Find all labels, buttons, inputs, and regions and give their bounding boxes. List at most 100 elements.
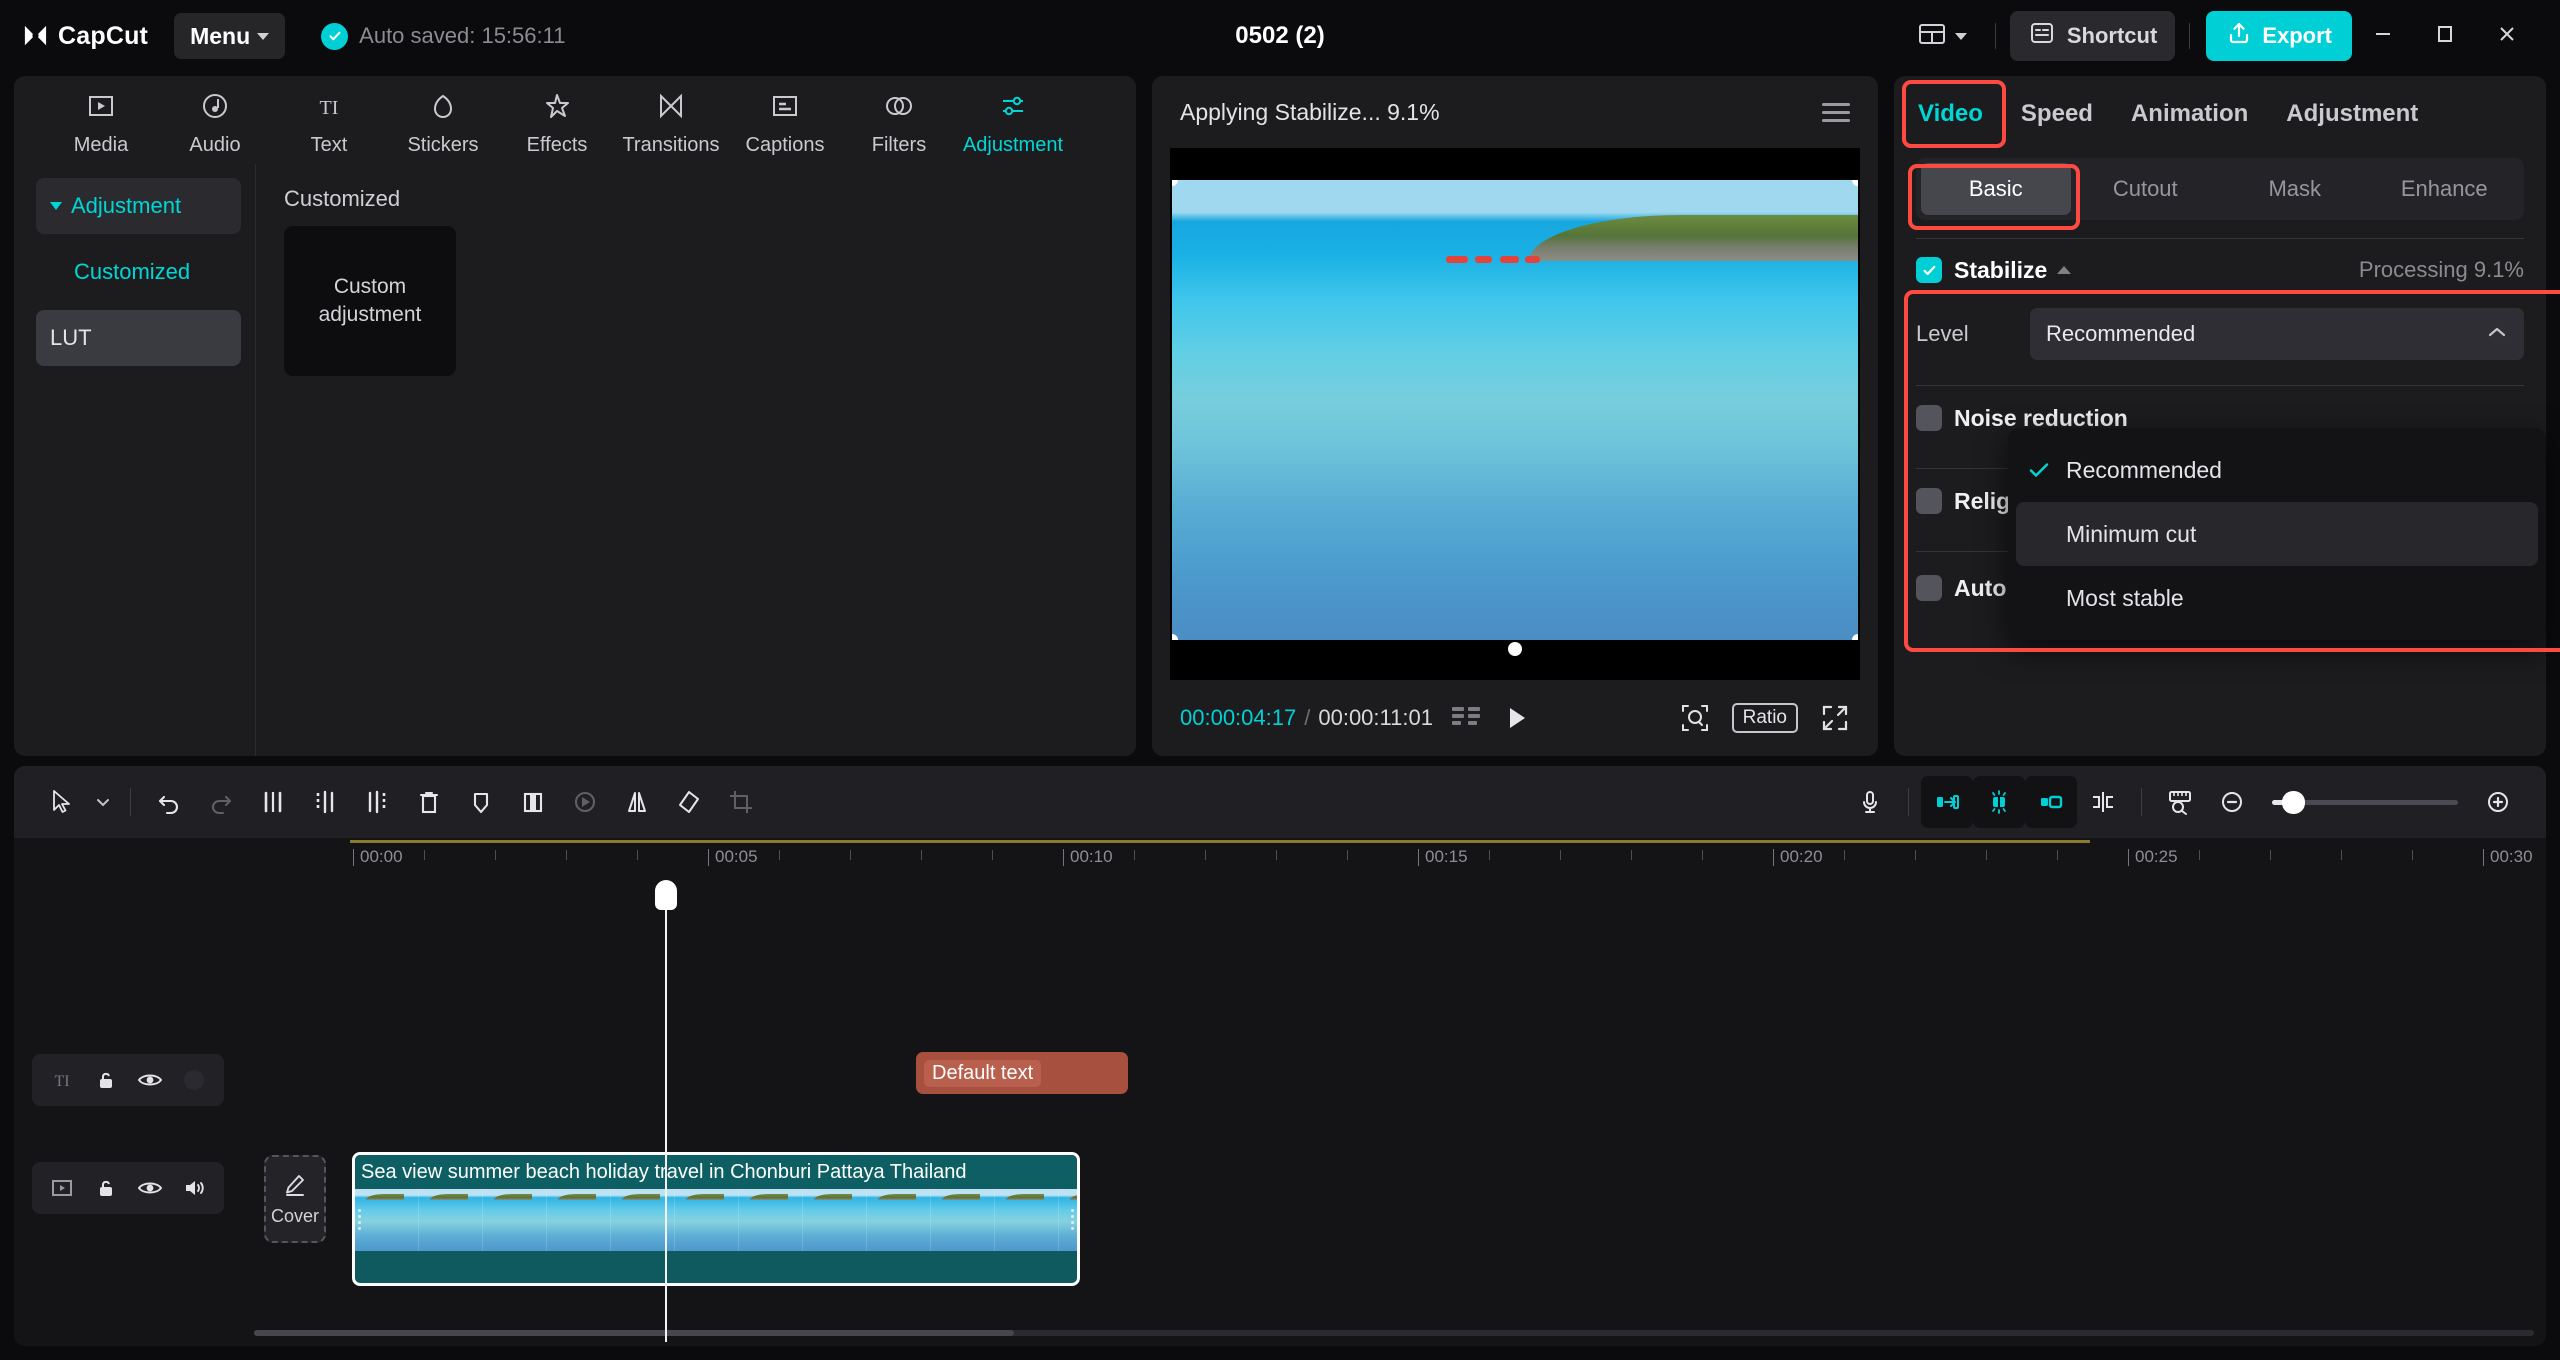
text-icon: TI bbox=[313, 90, 345, 127]
ratio-button[interactable]: Ratio bbox=[1731, 703, 1798, 733]
marker-icon[interactable] bbox=[455, 776, 507, 828]
delete-icon[interactable] bbox=[403, 776, 455, 828]
cursor-mode-chevron-icon[interactable] bbox=[88, 776, 118, 828]
preview-stage bbox=[1170, 148, 1860, 680]
trim-left-icon[interactable] bbox=[299, 776, 351, 828]
function-tab-adjustment[interactable]: Adjustment bbox=[956, 84, 1070, 157]
function-tab-media[interactable]: Media bbox=[44, 84, 158, 157]
playhead-handle[interactable] bbox=[655, 880, 677, 910]
track-placeholder-icon bbox=[174, 1060, 214, 1100]
shortcut-button[interactable]: Shortcut bbox=[2009, 11, 2176, 61]
undo-icon[interactable] bbox=[143, 776, 195, 828]
clip-handle-left[interactable] bbox=[355, 1155, 364, 1283]
magnet-snap-icon[interactable] bbox=[1973, 776, 2025, 828]
tab-adjustment[interactable]: Adjustment bbox=[2286, 100, 2418, 128]
function-tab-filters[interactable]: Filters bbox=[842, 84, 956, 157]
subtab-basic[interactable]: Basic bbox=[1921, 163, 2071, 215]
effects-icon bbox=[541, 90, 573, 127]
cover-button[interactable]: Cover bbox=[264, 1155, 326, 1243]
zoom-slider[interactable] bbox=[2272, 790, 2458, 814]
minimize-button[interactable] bbox=[2352, 0, 2414, 72]
clip-handle-right[interactable] bbox=[1068, 1155, 1077, 1283]
auto-gap-icon[interactable] bbox=[2077, 776, 2129, 828]
maximize-button[interactable] bbox=[2414, 0, 2476, 72]
crop-handle-br[interactable] bbox=[1852, 634, 1858, 640]
tab-video[interactable]: Video bbox=[1918, 100, 1983, 128]
menu-button[interactable]: Menu bbox=[174, 13, 286, 59]
function-tab-label: Filters bbox=[871, 134, 927, 156]
divider bbox=[2141, 788, 2142, 816]
dropdown-option-most-stable[interactable]: Most stable bbox=[2016, 566, 2538, 630]
eye-icon[interactable] bbox=[130, 1168, 170, 1208]
freeze-frame-icon[interactable] bbox=[507, 776, 559, 828]
category-item-lut[interactable]: LUT bbox=[36, 310, 241, 366]
lock-icon[interactable] bbox=[86, 1060, 126, 1100]
crop-handle-bl[interactable] bbox=[1172, 634, 1178, 640]
category-label: Customized bbox=[74, 259, 191, 284]
eye-icon[interactable] bbox=[130, 1060, 170, 1100]
crop-handle-tr[interactable] bbox=[1852, 180, 1858, 186]
dropdown-option-recommended[interactable]: Recommended bbox=[2016, 438, 2538, 502]
video-clip-thumbnails bbox=[355, 1189, 1077, 1251]
relight-checkbox[interactable] bbox=[1916, 488, 1942, 514]
close-button[interactable] bbox=[2476, 0, 2538, 72]
snap-start-icon[interactable] bbox=[1921, 776, 1973, 828]
function-tab-audio[interactable]: Audio bbox=[158, 84, 272, 157]
select-cursor-icon[interactable] bbox=[36, 776, 88, 828]
video-preview-frame bbox=[1172, 180, 1858, 640]
text-clip[interactable]: Default text bbox=[916, 1052, 1128, 1094]
split-icon[interactable] bbox=[247, 776, 299, 828]
custom-adjustment-card[interactable]: Custom adjustment bbox=[284, 226, 456, 376]
video-clip[interactable]: Sea view summer beach holiday travel in … bbox=[352, 1152, 1080, 1286]
stabilize-checkbox[interactable] bbox=[1916, 257, 1942, 283]
function-tab-stickers[interactable]: Stickers bbox=[386, 84, 500, 157]
timeline-ruler[interactable]: 00:00 00:05 00:10 00:15 00:20 00:25 00:3… bbox=[240, 838, 2546, 882]
auto-reframe-checkbox[interactable] bbox=[1916, 575, 1942, 601]
subtab-enhance[interactable]: Enhance bbox=[2370, 163, 2520, 215]
crop-handle-bottom[interactable] bbox=[1508, 642, 1522, 656]
subtab-mask[interactable]: Mask bbox=[2220, 163, 2370, 215]
export-button[interactable]: Export bbox=[2206, 11, 2352, 61]
level-select[interactable]: Recommended bbox=[2030, 308, 2524, 360]
timeline-ruler-icon[interactable] bbox=[2154, 776, 2206, 828]
zoom-fit-icon[interactable] bbox=[1680, 703, 1710, 733]
layout-button[interactable] bbox=[1903, 13, 1981, 59]
triangle-up-icon[interactable] bbox=[2057, 266, 2072, 274]
check-circle-icon bbox=[321, 22, 349, 50]
function-tab-transitions[interactable]: Transitions bbox=[614, 84, 728, 157]
timeline-horizontal-scrollbar[interactable] bbox=[254, 1330, 2534, 1336]
filmstrip-icon[interactable] bbox=[1451, 705, 1483, 731]
text-clip-label: Default text bbox=[924, 1059, 1042, 1087]
link-clip-icon[interactable] bbox=[2025, 776, 2077, 828]
microphone-icon[interactable] bbox=[1844, 776, 1896, 828]
noise-reduction-checkbox[interactable] bbox=[1916, 405, 1942, 431]
dropdown-option-minimum-cut[interactable]: Minimum cut bbox=[2016, 502, 2538, 566]
function-tab-effects[interactable]: Effects bbox=[500, 84, 614, 157]
zoom-slider-knob[interactable] bbox=[2282, 790, 2305, 814]
function-tab-captions[interactable]: Captions bbox=[728, 84, 842, 157]
zoom-slider-track[interactable] bbox=[2272, 790, 2458, 814]
function-tab-text[interactable]: TI Text bbox=[272, 84, 386, 157]
rotate-icon[interactable] bbox=[663, 776, 715, 828]
stabilize-status: Processing 9.1% bbox=[2358, 257, 2524, 282]
trim-right-icon[interactable] bbox=[351, 776, 403, 828]
volume-icon[interactable] bbox=[174, 1168, 214, 1208]
category-group-adjustment[interactable]: Adjustment bbox=[36, 178, 241, 234]
ruler-label: 00:15 bbox=[1418, 847, 1468, 866]
subtab-cutout[interactable]: Cutout bbox=[2071, 163, 2221, 215]
lock-icon[interactable] bbox=[86, 1168, 126, 1208]
zoom-in-icon[interactable] bbox=[2472, 776, 2524, 828]
layout-icon bbox=[1917, 20, 1947, 53]
tab-animation[interactable]: Animation bbox=[2131, 100, 2248, 128]
fullscreen-icon[interactable] bbox=[1820, 703, 1850, 733]
play-button[interactable] bbox=[1501, 703, 1531, 733]
function-tab-label: Media bbox=[73, 134, 129, 156]
zoom-out-icon[interactable] bbox=[2206, 776, 2258, 828]
category-item-customized[interactable]: Customized bbox=[36, 244, 241, 300]
hamburger-icon[interactable] bbox=[1822, 102, 1850, 122]
tab-speed[interactable]: Speed bbox=[2021, 100, 2093, 128]
mirror-icon[interactable] bbox=[611, 776, 663, 828]
crop-handle-tl[interactable] bbox=[1172, 180, 1178, 186]
left-panel: Media Audio TI Text Stickers Effects Tra… bbox=[14, 76, 1136, 756]
video-clip-label: Sea view summer beach holiday travel in … bbox=[355, 1155, 1077, 1189]
